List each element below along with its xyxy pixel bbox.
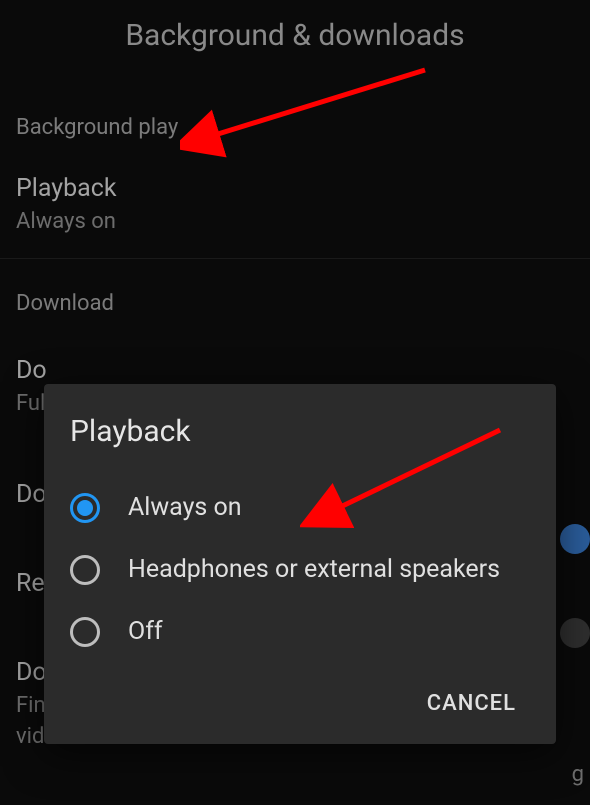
- radio-selected-icon: [70, 493, 100, 523]
- radio-unselected-icon: [70, 555, 100, 585]
- radio-unselected-icon: [70, 617, 100, 647]
- cancel-button[interactable]: CANCEL: [413, 681, 530, 726]
- radio-label: Headphones or external speakers: [128, 553, 530, 587]
- radio-option-always-on[interactable]: Always on: [70, 477, 530, 539]
- dialog-title: Playback: [70, 414, 530, 449]
- radio-label: Off: [128, 615, 530, 649]
- playback-dialog: Playback Always on Headphones or externa…: [44, 384, 556, 744]
- radio-label: Always on: [128, 491, 530, 525]
- dialog-actions: CANCEL: [70, 663, 530, 732]
- radio-option-headphones[interactable]: Headphones or external speakers: [70, 539, 530, 601]
- radio-option-off[interactable]: Off: [70, 601, 530, 663]
